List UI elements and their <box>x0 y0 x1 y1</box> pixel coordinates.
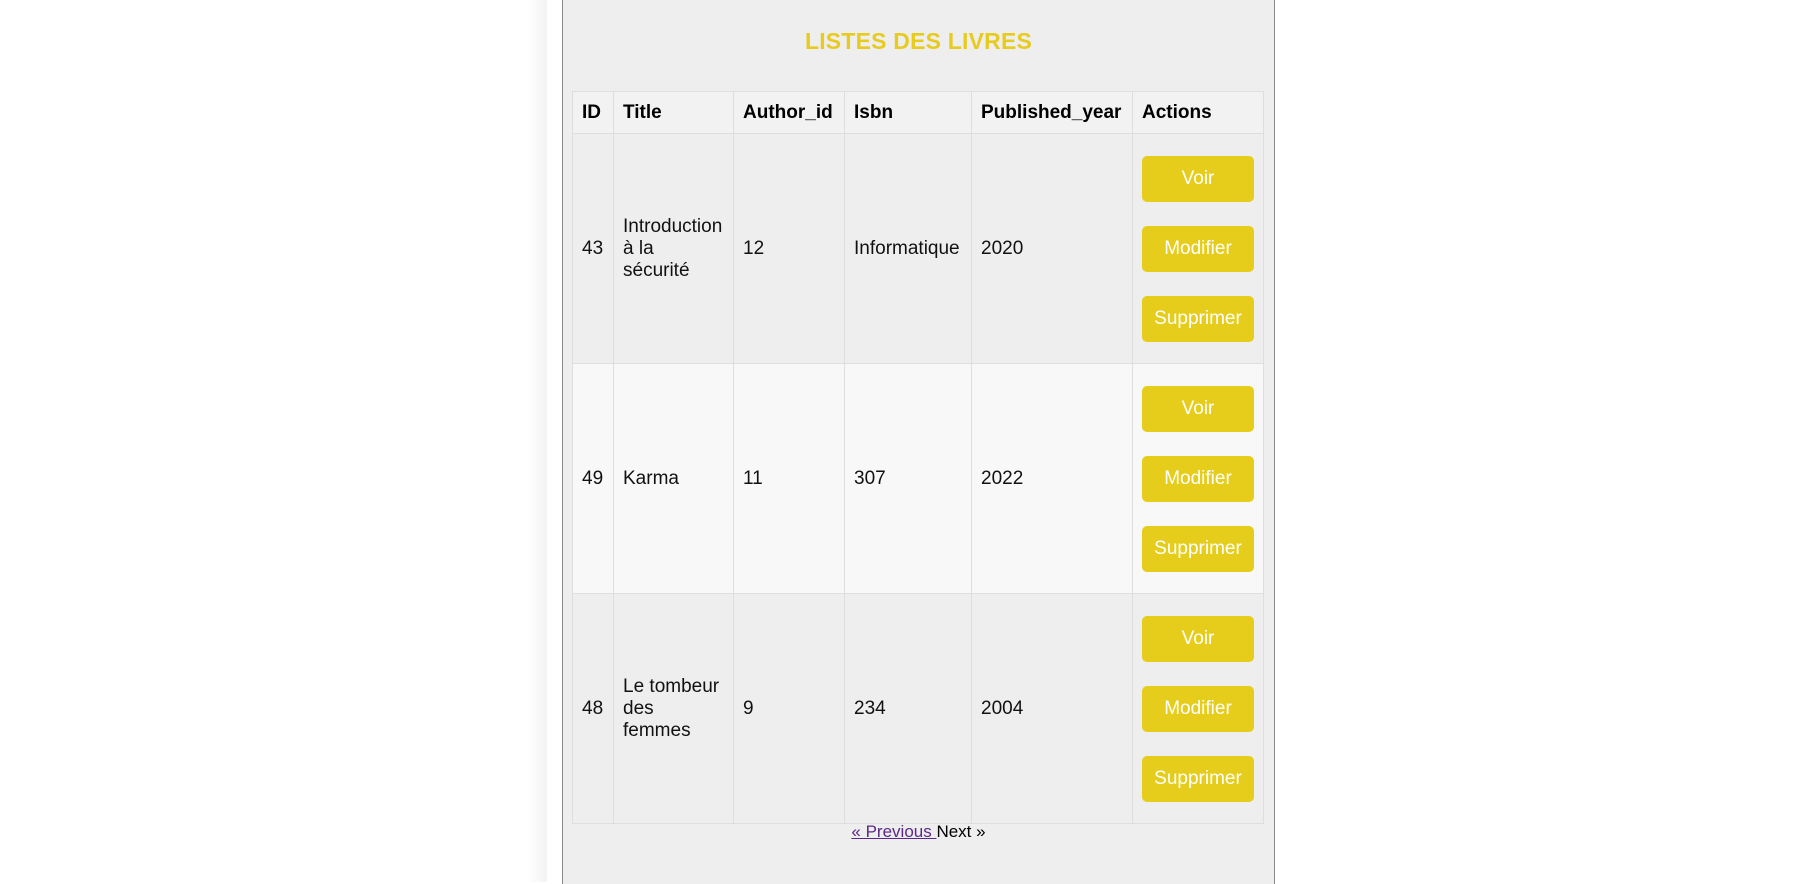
next-page-label: Next » <box>936 822 986 841</box>
cell-author-id: 9 <box>733 593 845 824</box>
cell-author-id: 12 <box>733 133 845 364</box>
cell-title: Karma <box>613 363 734 594</box>
cell-isbn: 234 <box>844 593 972 824</box>
page-shadow <box>527 0 547 882</box>
cell-author-id: 11 <box>733 363 845 594</box>
delete-button[interactable]: Supprimer <box>1142 295 1254 342</box>
table-header-row: ID Title Author_id Isbn Published_year A… <box>572 91 1264 134</box>
cell-published-year: 2004 <box>971 593 1133 824</box>
header-id: ID <box>572 91 614 134</box>
delete-button[interactable]: Supprimer <box>1142 525 1254 572</box>
books-table: ID Title Author_id Isbn Published_year A… <box>572 91 1264 824</box>
edit-button[interactable]: Modifier <box>1142 225 1254 272</box>
cell-isbn: Informatique <box>844 133 972 364</box>
cell-title: Introduction à la sécurité <box>613 133 734 364</box>
edit-button[interactable]: Modifier <box>1142 455 1254 502</box>
pagination: « Previous Next » <box>563 822 1274 842</box>
actions-group: Voir Modifier Supprimer <box>1142 155 1254 342</box>
table-row: 48 Le tombeur des femmes 9 234 2004 Voir… <box>572 593 1264 824</box>
header-title: Title <box>613 91 734 134</box>
table-row: 43 Introduction à la sécurité 12 Informa… <box>572 133 1264 364</box>
header-author-id: Author_id <box>733 91 845 134</box>
header-published-year: Published_year <box>971 91 1133 134</box>
view-button[interactable]: Voir <box>1142 615 1254 662</box>
table-row: 49 Karma 11 307 2022 Voir Modifier Suppr… <box>572 363 1264 594</box>
content-panel: LISTES DES LIVRES ID Title Author_id Isb… <box>562 0 1275 884</box>
cell-actions: Voir Modifier Supprimer <box>1132 133 1264 364</box>
cell-published-year: 2020 <box>971 133 1133 364</box>
actions-group: Voir Modifier Supprimer <box>1142 385 1254 572</box>
cell-actions: Voir Modifier Supprimer <box>1132 593 1264 824</box>
cell-id: 43 <box>572 133 614 364</box>
view-button[interactable]: Voir <box>1142 385 1254 432</box>
view-button[interactable]: Voir <box>1142 155 1254 202</box>
cell-isbn: 307 <box>844 363 972 594</box>
edit-button[interactable]: Modifier <box>1142 685 1254 732</box>
cell-actions: Voir Modifier Supprimer <box>1132 363 1264 594</box>
header-actions: Actions <box>1132 91 1264 134</box>
previous-page-link[interactable]: « Previous <box>851 822 936 841</box>
header-isbn: Isbn <box>844 91 972 134</box>
page-title: LISTES DES LIVRES <box>804 28 1033 54</box>
cell-title: Le tombeur des femmes <box>613 593 734 824</box>
delete-button[interactable]: Supprimer <box>1142 755 1254 802</box>
cell-published-year: 2022 <box>971 363 1133 594</box>
actions-group: Voir Modifier Supprimer <box>1142 615 1254 802</box>
cell-id: 48 <box>572 593 614 824</box>
cell-id: 49 <box>572 363 614 594</box>
